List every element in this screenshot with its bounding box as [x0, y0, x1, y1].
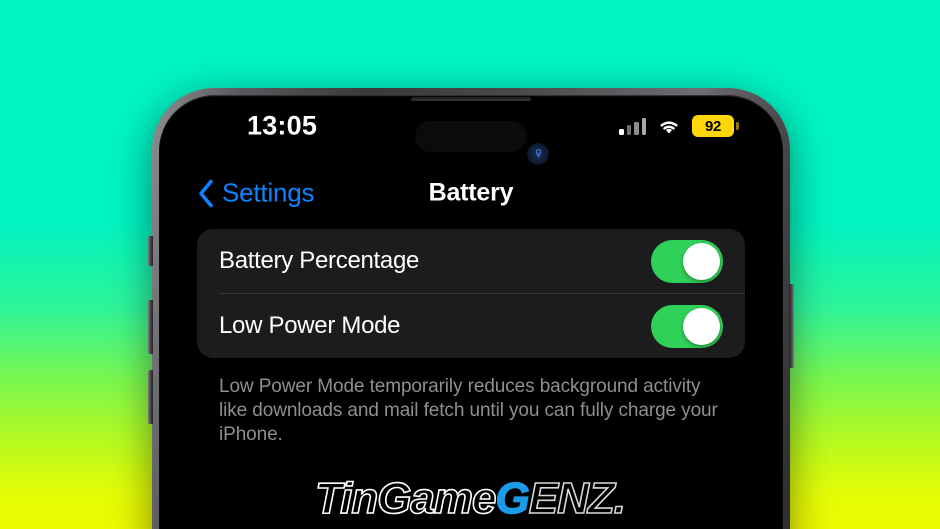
back-button-label: Settings	[222, 177, 315, 208]
battery-cap	[736, 122, 739, 130]
status-bar-time: 13:05	[247, 110, 318, 141]
phone-screen: 13:05 92 Settings Battery Battery Percen…	[159, 95, 783, 529]
navigation-bar: Settings Battery	[159, 157, 783, 229]
page-title: Battery	[428, 178, 514, 207]
iphone-device: 13:05 92 Settings Battery Battery Percen…	[148, 88, 794, 529]
battery-settings-card: Battery Percentage Low Power Mode	[197, 229, 745, 358]
low-power-mode-toggle[interactable]	[651, 304, 723, 348]
wifi-icon	[657, 117, 681, 135]
row-low-power-mode[interactable]: Low Power Mode	[197, 294, 745, 358]
battery-percentage-toggle[interactable]	[651, 239, 723, 283]
battery-level-label: 92	[704, 117, 722, 135]
row-battery-percentage[interactable]: Battery Percentage	[197, 229, 745, 293]
power-button[interactable]	[789, 284, 794, 368]
toggle-knob	[683, 307, 720, 345]
status-bar: 13:05 92	[159, 95, 783, 165]
earpiece-speaker	[411, 97, 531, 101]
low-power-mode-description: Low Power Mode temporarily reduces backg…	[219, 376, 718, 446]
dynamic-island[interactable]	[415, 121, 527, 152]
silent-switch-button[interactable]	[148, 236, 153, 266]
volume-up-button[interactable]	[148, 300, 153, 354]
status-bar-right-group: 92	[619, 115, 739, 137]
settings-content: Battery Percentage Low Power Mode Low Po…	[159, 229, 783, 529]
battery-icon: 92	[692, 115, 739, 137]
back-to-settings-button[interactable]: Settings	[197, 177, 315, 209]
cellular-signal-icon	[619, 117, 646, 135]
volume-down-button[interactable]	[148, 370, 153, 424]
row-low-power-mode-label: Low Power Mode	[219, 312, 401, 339]
row-battery-percentage-label: Battery Percentage	[219, 247, 420, 274]
toggle-knob	[683, 242, 720, 280]
chevron-left-icon	[197, 178, 214, 208]
